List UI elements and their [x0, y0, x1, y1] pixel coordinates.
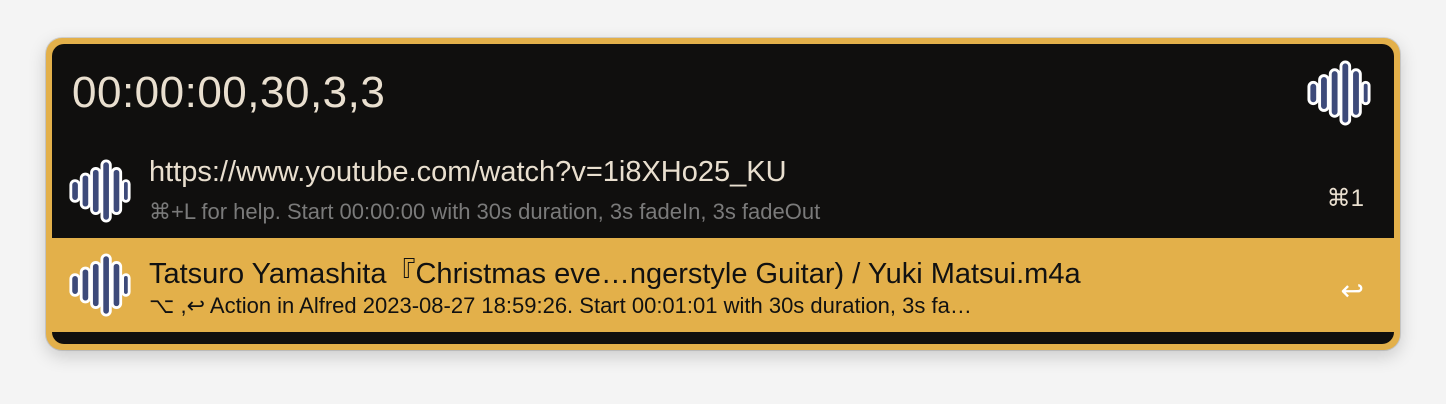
return-icon: ↩ — [1340, 275, 1364, 306]
audio-waveform-icon — [69, 253, 131, 317]
audio-waveform-icon — [1307, 60, 1371, 126]
alfred-panel: 00:00:00,30,3,3 https://www.youtube.com/… — [52, 44, 1394, 344]
result-item[interactable]: https://www.youtube.com/watch?v=1i8XHo25… — [52, 144, 1394, 238]
shortcut-label: ⌘1 — [1326, 185, 1364, 212]
alfred-window: 00:00:00,30,3,3 https://www.youtube.com/… — [46, 38, 1400, 350]
search-input[interactable]: 00:00:00,30,3,3 — [72, 68, 385, 118]
result-subtitle: ⌥ ,↩ Action in Alfred 2023-08-27 18:59:2… — [149, 293, 972, 318]
result-item-selected[interactable]: Tatsuro Yamashita『Christmas eve…ngerstyl… — [52, 238, 1394, 332]
result-title: Tatsuro Yamashita『Christmas eve…ngerstyl… — [149, 258, 1081, 290]
result-subtitle: ⌘+L for help. Start 00:00:00 with 30s du… — [149, 199, 821, 224]
result-title: https://www.youtube.com/watch?v=1i8XHo25… — [149, 156, 787, 188]
audio-waveform-icon — [69, 159, 131, 223]
